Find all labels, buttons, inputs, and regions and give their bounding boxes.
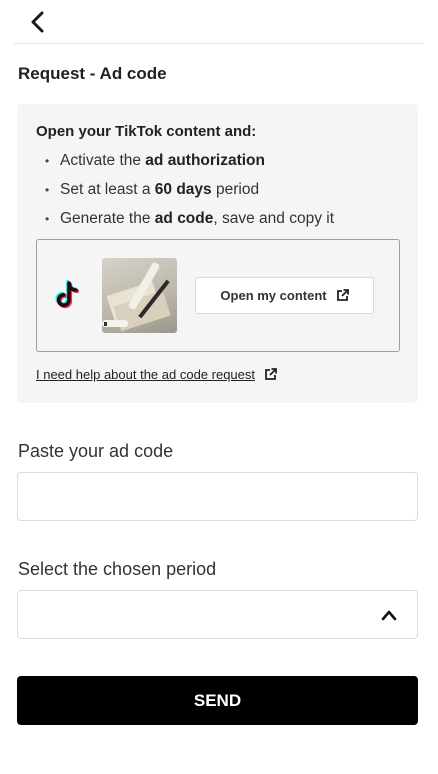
tiktok-logo-icon [55,280,80,309]
product-image [102,262,171,332]
send-button[interactable]: SEND [17,676,418,725]
step-item: • Generate the ad code, save and copy it [36,209,334,238]
step-item: • Activate the ad authorization [36,151,334,180]
step-text: Generate the ad code, save and copy it [60,210,334,227]
external-link-icon [265,368,277,380]
instructions-heading: Open your TikTok content and: [36,123,257,140]
bullet: • [45,212,50,226]
step-text: Activate the ad authorization [60,152,265,169]
content-preview-box: Open my content [36,239,400,352]
help-link[interactable]: I need help about the ad code request [36,367,277,382]
chevron-up-icon [381,610,397,621]
bullet: • [45,183,50,197]
period-select[interactable] [17,590,418,639]
open-content-button[interactable]: Open my content [195,277,374,314]
instructions-card: Open your TikTok content and: • Activate… [17,104,418,403]
bullet: • [45,154,50,168]
page-title: Request - Ad code [18,64,167,83]
top-bar [0,0,438,44]
ad-code-label: Paste your ad code [18,441,174,461]
external-link-icon [336,289,349,301]
content-thumbnail [102,258,177,333]
open-content-label: Open my content [220,288,327,303]
step-item: • Set at least a 60 days period [36,180,334,209]
back-button[interactable] [26,8,50,36]
instruction-steps: • Activate the ad authorization • Set at… [36,151,334,238]
ad-code-input[interactable] [17,472,418,521]
period-label: Select the chosen period [18,559,217,579]
chevron-left-icon [31,11,44,33]
step-text: Set at least a 60 days period [60,181,260,198]
header-divider [14,43,424,44]
help-link-label: I need help about the ad code request [36,367,256,382]
